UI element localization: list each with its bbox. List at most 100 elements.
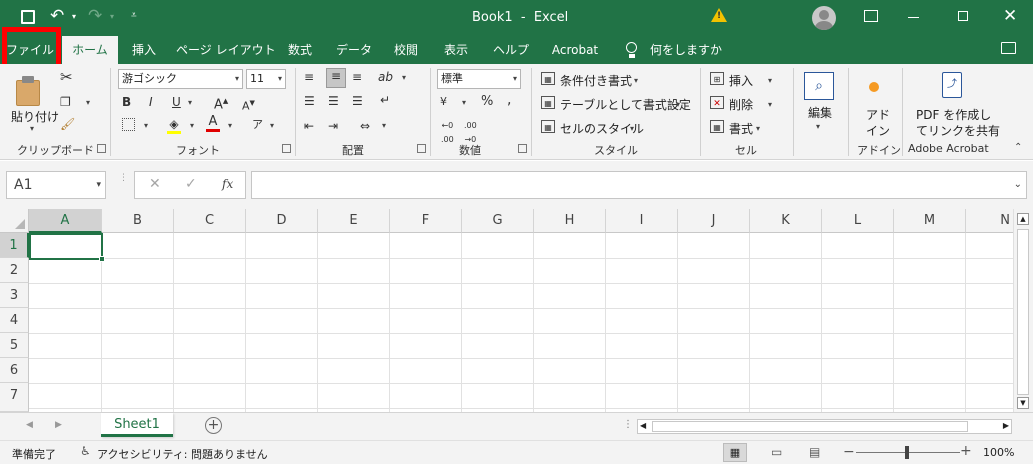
undo-dropdown-icon[interactable]: ▾ <box>72 12 76 21</box>
comments-icon[interactable] <box>1001 42 1016 54</box>
conditional-format-icon[interactable]: ▦ <box>541 72 555 85</box>
zoom-level[interactable]: 100% <box>983 446 1014 459</box>
format-as-table-button[interactable]: テーブルとして書式設定 <box>560 96 691 113</box>
cell-styles-dropdown-icon[interactable]: ▾ <box>630 124 634 133</box>
column-header-a[interactable]: A <box>29 209 102 233</box>
name-box[interactable]: A1 ▾ <box>6 171 106 199</box>
delete-cells-dropdown-icon[interactable]: ▾ <box>768 100 772 109</box>
align-top-icon[interactable]: ≡ <box>304 70 314 84</box>
cell-styles-icon[interactable]: ▦ <box>541 120 555 133</box>
align-middle-icon[interactable]: ≡ <box>326 68 346 88</box>
minimize-icon[interactable] <box>908 17 919 18</box>
row-header-1[interactable]: 1 <box>0 233 29 258</box>
prev-sheet-icon[interactable]: ◀ <box>26 420 33 430</box>
merge-dropdown-icon[interactable]: ▾ <box>382 121 386 130</box>
merge-center-icon[interactable]: ⇔ <box>360 119 370 133</box>
close-icon[interactable]: ✕ <box>1003 6 1017 26</box>
orientation-icon[interactable]: ab <box>378 70 393 84</box>
delete-cells-icon[interactable]: ✕ <box>710 96 724 109</box>
format-cells-dropdown-icon[interactable]: ▾ <box>756 124 760 133</box>
normal-view-icon[interactable]: ▦ <box>723 443 747 462</box>
tab-page-layout[interactable]: ページ レイアウト <box>176 36 276 64</box>
underline-dropdown-icon[interactable]: ▾ <box>188 98 192 107</box>
comma-style-icon[interactable]: , <box>507 93 511 107</box>
alignment-launcher-icon[interactable] <box>417 144 426 153</box>
addins-button[interactable]: アド イン <box>856 70 896 138</box>
page-break-view-icon[interactable]: ▤ <box>809 445 820 459</box>
expand-formula-icon[interactable]: ⌄ <box>1014 172 1022 198</box>
zoom-out-icon[interactable]: − <box>843 444 855 460</box>
format-as-table-icon[interactable]: ▦ <box>541 96 555 109</box>
phonetic-dropdown-icon[interactable]: ▾ <box>270 121 274 130</box>
vertical-scrollbar[interactable]: ▲ ▼ <box>1013 209 1033 412</box>
align-bottom-icon[interactable]: ≡ <box>352 70 362 84</box>
borders-dropdown-icon[interactable]: ▾ <box>144 121 148 130</box>
wrap-text-icon[interactable]: ↵ <box>380 93 390 107</box>
italic-button[interactable]: I <box>149 95 153 109</box>
column-header-k[interactable]: K <box>750 209 822 233</box>
column-header-h[interactable]: H <box>534 209 606 233</box>
column-header-g[interactable]: G <box>462 209 534 233</box>
tab-help[interactable]: ヘルプ <box>488 36 534 64</box>
save-icon[interactable] <box>21 10 35 24</box>
copy-icon[interactable]: ❐ <box>60 95 71 109</box>
scroll-up-icon[interactable]: ▲ <box>1017 213 1029 225</box>
tab-splitter-icon[interactable]: ⋮ <box>623 419 633 430</box>
accounting-dropdown-icon[interactable]: ▾ <box>462 98 466 107</box>
select-all-corner[interactable] <box>0 209 29 233</box>
sheet-tab-sheet1[interactable]: Sheet1 <box>101 413 173 437</box>
tab-insert[interactable]: 挿入 <box>124 36 164 64</box>
increase-indent-icon[interactable]: ⇥ <box>328 119 338 133</box>
next-sheet-icon[interactable]: ▶ <box>55 420 62 430</box>
column-header-j[interactable]: J <box>678 209 750 233</box>
format-as-table-dropdown-icon[interactable]: ▾ <box>676 100 680 109</box>
ribbon-display-icon[interactable] <box>864 10 878 22</box>
editing-dropdown-icon[interactable]: ▾ <box>816 122 820 131</box>
paste-button[interactable]: 貼り付け ▾ <box>8 70 59 133</box>
fill-handle[interactable] <box>99 256 105 262</box>
format-cells-icon[interactable]: ▦ <box>710 120 724 133</box>
column-header-f[interactable]: F <box>390 209 462 233</box>
align-left-icon[interactable]: ☰ <box>304 94 315 108</box>
scroll-right-icon[interactable]: ▶ <box>1003 421 1009 430</box>
column-header-d[interactable]: D <box>246 209 318 233</box>
column-header-e[interactable]: E <box>318 209 390 233</box>
bold-button[interactable]: B <box>122 95 131 109</box>
column-header-n[interactable]: N <box>966 209 1013 233</box>
maximize-icon[interactable] <box>958 11 968 21</box>
accessibility-status[interactable]: アクセシビリティ: 問題ありません <box>97 446 268 462</box>
tab-data[interactable]: データ <box>332 36 376 64</box>
column-header-c[interactable]: C <box>174 209 246 233</box>
row-header-3[interactable]: 3 <box>0 283 29 308</box>
underline-button[interactable]: U <box>172 95 181 109</box>
increase-decimal-icon[interactable]: ←0.00 <box>441 119 454 147</box>
insert-cells-icon[interactable]: ⊞ <box>710 72 724 85</box>
clipboard-launcher-icon[interactable] <box>97 144 106 153</box>
zoom-slider-thumb[interactable] <box>905 446 909 459</box>
horizontal-scroll-thumb[interactable] <box>652 421 968 432</box>
fill-color-dropdown-icon[interactable]: ▾ <box>190 121 194 130</box>
scroll-down-icon[interactable]: ▼ <box>1017 397 1029 409</box>
format-painter-icon[interactable]: 🖌 <box>60 117 75 131</box>
page-layout-view-icon[interactable]: ▭ <box>771 445 782 459</box>
row-header-7[interactable]: 7 <box>0 383 29 412</box>
decrease-font-icon[interactable]: A▼ <box>242 96 255 114</box>
font-color-icon[interactable]: A <box>206 115 220 132</box>
column-header-i[interactable]: I <box>606 209 678 233</box>
add-sheet-icon[interactable]: + <box>205 417 222 434</box>
format-cells-button[interactable]: 書式 <box>729 120 753 137</box>
fill-color-icon[interactable]: ◈ <box>167 117 181 134</box>
font-name-box[interactable]: 游ゴシック ▾ <box>118 69 243 89</box>
decrease-indent-icon[interactable]: ⇤ <box>304 119 314 133</box>
row-header-4[interactable]: 4 <box>0 308 29 333</box>
scroll-left-icon[interactable]: ◀ <box>640 421 646 430</box>
column-header-m[interactable]: M <box>894 209 966 233</box>
cut-icon[interactable]: ✂ <box>60 70 73 85</box>
delete-cells-button[interactable]: 削除 <box>729 96 753 113</box>
conditional-format-dropdown-icon[interactable]: ▾ <box>634 76 638 85</box>
column-header-l[interactable]: L <box>822 209 894 233</box>
align-right-icon[interactable]: ☰ <box>352 94 363 108</box>
selected-cell-a1[interactable] <box>29 233 103 260</box>
align-center-icon[interactable]: ☰ <box>328 94 339 108</box>
percent-button[interactable]: % <box>481 95 493 109</box>
